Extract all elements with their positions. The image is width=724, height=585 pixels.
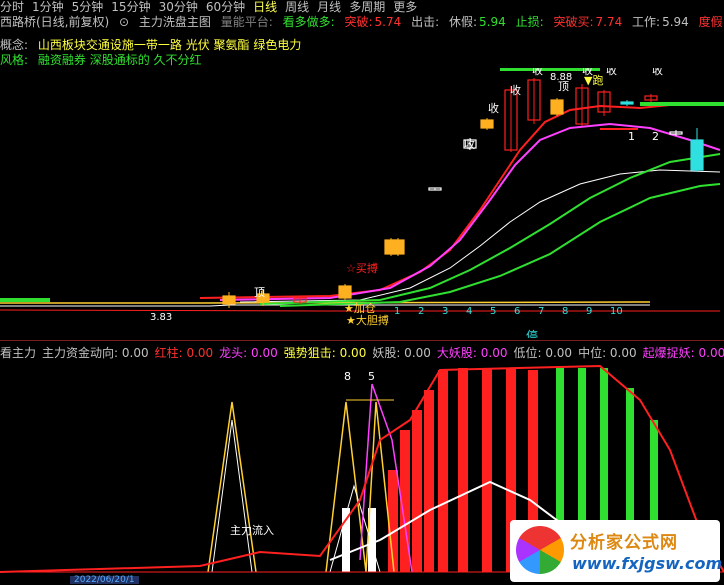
indicator-name[interactable]: 主力洗盘主图 <box>139 15 211 29</box>
period-2[interactable]: 5分钟 <box>72 0 104 14</box>
period-0[interactable]: 分时 <box>0 0 24 14</box>
ma-line-green <box>259 153 721 305</box>
period-toolbar: 分时 1分钟 5分钟 15分钟 30分钟 60分钟 日线 周线 月线 多周期 更多 <box>0 0 724 15</box>
stoploss-label: 止损: <box>515 15 544 29</box>
base-green-block <box>0 298 50 302</box>
style-value: 融资融券 深股通标的 久不分红 <box>37 53 202 67</box>
work-value: 5.94 <box>662 15 689 29</box>
chart-title-bar: 西路桥(日线,前复权) ⊙ 主力洗盘主图 量能平台: 看多做多: 突破: 5.74… <box>0 15 724 30</box>
sell-signal-4: 收 <box>532 68 543 77</box>
exit-label: 出击: <box>411 15 440 29</box>
panel-divider <box>0 340 724 341</box>
style-row: 风格: 融资融券 深股通标的 久不分红 <box>0 53 724 68</box>
top-signal-2: 顶 <box>254 286 265 299</box>
period-1[interactable]: 1分钟 <box>32 0 64 14</box>
day-count-9: 10 <box>610 306 623 317</box>
period-7[interactable]: 周线 <box>285 0 309 14</box>
watermark-title: 分析家公式网 <box>570 533 678 553</box>
view-more-label: 看多做多: <box>282 15 335 29</box>
concept-value: 山西板块交通设施一带一路 光伏 聚氨酯 绿色电力 <box>37 38 302 52</box>
watermark-logo-icon <box>516 526 564 574</box>
candle-body-5 <box>391 239 405 255</box>
white-bar-0 <box>342 508 350 572</box>
run-signal: ▼跑 <box>584 73 603 87</box>
sell-signal-1: 收 <box>464 137 475 151</box>
candle-body-0 <box>222 295 236 305</box>
period-10[interactable]: 更多 <box>393 0 417 14</box>
top-signal: 顶 <box>558 80 569 93</box>
energy-label: 量能平台: <box>220 15 273 29</box>
candle-body-8 <box>480 119 494 129</box>
buy-signal: ☆买搏 <box>346 261 378 275</box>
candle-body-14 <box>620 101 634 105</box>
concept-label: 概念: <box>0 38 29 52</box>
stock-title[interactable]: 西路桥(日线,前复权) <box>0 15 109 29</box>
watermark: 分析家公式网 www.fxjgsw.com <box>510 520 723 582</box>
bold-buy-signal: ★大胆搏 <box>346 313 389 327</box>
mark-2: 2 <box>652 130 659 143</box>
breakthrough-value: 7.74 <box>595 15 623 29</box>
day-count-3: 4 <box>466 306 472 317</box>
peak-yellow <box>325 401 395 573</box>
red-bar-6 <box>482 368 492 572</box>
peak-label-a: 8 <box>344 370 351 383</box>
holiday-label: 度假: <box>698 15 724 29</box>
mark-1: 1 <box>628 130 635 143</box>
breakout-label: 突破: <box>344 15 373 29</box>
add-position-signal: ★加仓 <box>344 301 376 315</box>
red-bar-3 <box>424 390 434 572</box>
candle-body-11 <box>550 99 564 115</box>
price-chart[interactable]: 收收收收收收收8.88 ▼跑顶顶1 23.83☆买搏★加仓★大胆搏1 2 3 4 5 6 7 8 9… <box>0 68 724 338</box>
period-6[interactable]: 日线 <box>253 0 277 14</box>
red-bar-4 <box>438 370 448 572</box>
period-4[interactable]: 30分钟 <box>159 0 198 14</box>
period-3[interactable]: 15分钟 <box>111 0 150 14</box>
stop-label: 停 <box>526 328 538 338</box>
day-count-2: 3 <box>442 306 448 317</box>
gear-icon[interactable]: ⊙ <box>119 15 129 29</box>
inflow-label: 主力流入 <box>230 523 274 537</box>
day-count-5: 6 <box>514 306 520 317</box>
breakthrough-label: 突破买: <box>553 15 594 29</box>
red-bar-2 <box>412 410 422 572</box>
day-count-6: 7 <box>538 306 544 317</box>
sell-signal-2: 收 <box>488 101 499 115</box>
day-count-1: 2 <box>418 306 424 317</box>
sell-signal-3: 收 <box>510 83 521 97</box>
date-cursor: 2022/06/20/1 <box>70 576 139 585</box>
candle-body-3 <box>338 285 352 299</box>
period-5[interactable]: 60分钟 <box>206 0 245 14</box>
low-price-label: 3.83 <box>150 312 172 323</box>
day-count-4: 5 <box>490 306 496 317</box>
concept-row: 概念: 山西板块交通设施一带一路 光伏 聚氨酯 绿色电力 <box>0 38 724 53</box>
sell-signal-6: 收 <box>606 68 617 77</box>
peak-label-b: 5 <box>368 370 375 383</box>
work-label: 工作: <box>632 15 661 29</box>
candle-body-17 <box>690 139 704 171</box>
day-count-7: 8 <box>562 306 568 317</box>
style-label: 风格: <box>0 53 29 67</box>
breakout-value: 5.74 <box>374 15 402 29</box>
period-9[interactable]: 多周期 <box>349 0 385 14</box>
sell-signal-7: 收 <box>652 68 663 77</box>
resistance-green-bar <box>640 102 724 106</box>
period-8[interactable]: 月线 <box>317 0 341 14</box>
day-count-8: 9 <box>586 306 592 317</box>
rest-value: 5.94 <box>479 15 506 29</box>
day-count-0: 1 <box>394 306 400 317</box>
red-bar-5 <box>458 368 468 572</box>
watermark-url: www.fxjgsw.com <box>572 554 723 573</box>
rest-label: 休假: <box>448 15 478 29</box>
